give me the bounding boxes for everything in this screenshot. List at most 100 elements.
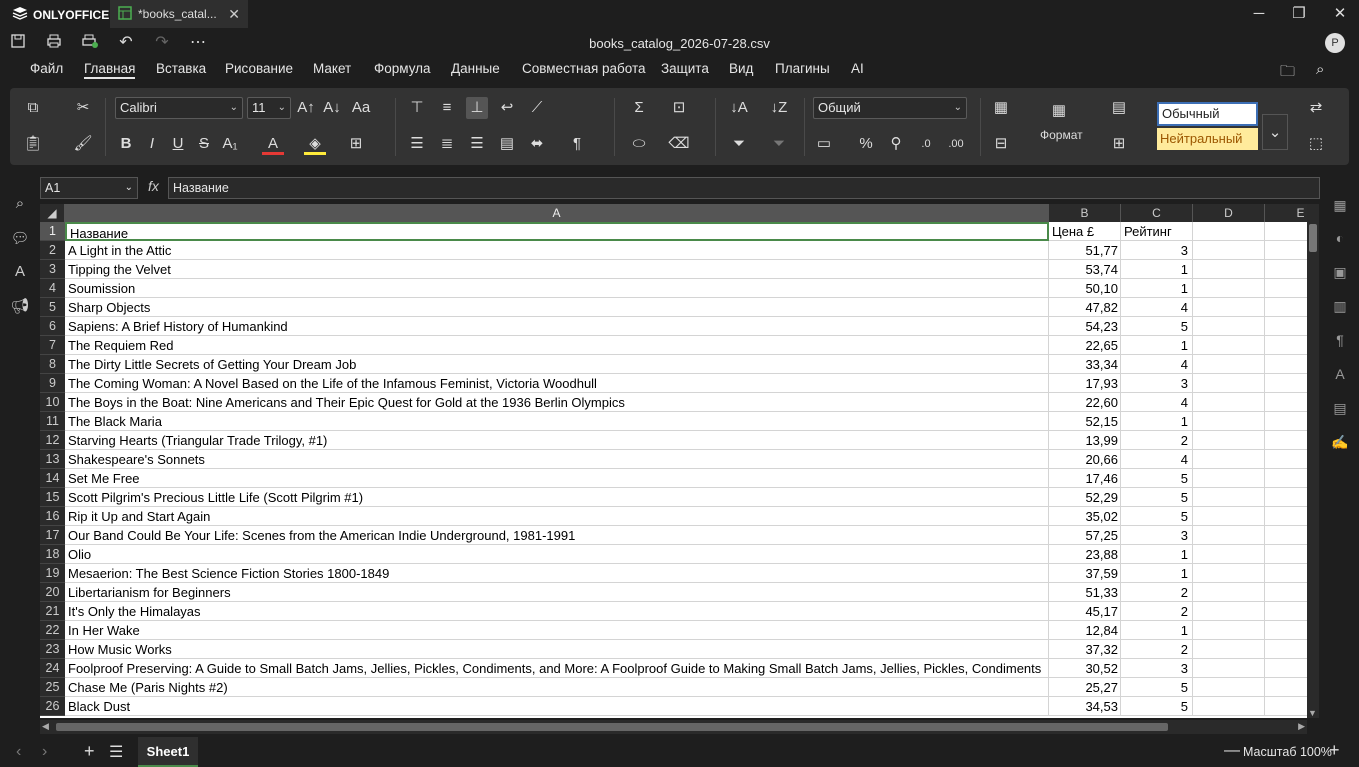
merge-cells-icon[interactable]: ⬌ [526, 133, 548, 155]
align-top-icon[interactable]: ⊤ [406, 97, 428, 119]
cell-empty[interactable] [1193, 431, 1265, 450]
row-number[interactable]: 7 [40, 336, 65, 355]
cell-empty[interactable] [1193, 260, 1265, 279]
cell-price[interactable]: 52,15 [1049, 412, 1121, 431]
row-number[interactable]: 18 [40, 545, 65, 564]
function-icon[interactable]: fx [148, 178, 159, 194]
increase-font-icon[interactable]: A↑ [295, 97, 317, 119]
cell-title[interactable]: The Black Maria [65, 412, 1049, 431]
cell-price[interactable]: 50,10 [1049, 279, 1121, 298]
cell-price[interactable]: 37,59 [1049, 564, 1121, 583]
vertical-scroll-thumb[interactable] [1309, 224, 1317, 252]
copy-icon[interactable]: ⧉ [22, 97, 44, 119]
maximize-button[interactable]: ❐ [1288, 4, 1310, 24]
row-number[interactable]: 24 [40, 659, 65, 678]
column-header-b[interactable]: B [1049, 204, 1121, 222]
open-file-location-icon[interactable]: 🗀 [1280, 61, 1295, 86]
cell-empty[interactable] [1265, 317, 1307, 336]
cell-title[interactable]: The Dirty Little Secrets of Getting Your… [65, 355, 1049, 374]
search-icon[interactable]: ⌕ [1316, 61, 1324, 78]
cell-a1[interactable]: Название [65, 222, 1049, 241]
cell-rating[interactable]: 1 [1121, 279, 1193, 298]
cell-rating[interactable]: 4 [1121, 450, 1193, 469]
cell-rating[interactable]: 5 [1121, 697, 1193, 716]
wrap-text-icon[interactable]: ↩ [496, 97, 518, 119]
cell-b1[interactable]: Цена £ [1049, 222, 1121, 241]
cell-empty[interactable] [1265, 298, 1307, 317]
cut-icon[interactable]: ✂ [72, 97, 94, 119]
cell-title[interactable]: Shakespeare's Sonnets [65, 450, 1049, 469]
menu-view[interactable]: Вид [729, 61, 753, 76]
close-tab-icon[interactable]: ✕ [228, 6, 240, 23]
row-number[interactable]: 12 [40, 431, 65, 450]
cell-empty[interactable] [1265, 659, 1307, 678]
column-header-a[interactable]: A [65, 204, 1049, 222]
justify-icon[interactable]: ▤ [496, 133, 518, 155]
row-number[interactable]: 3 [40, 260, 65, 279]
italic-icon[interactable]: I [141, 133, 163, 155]
cell-price[interactable]: 12,84 [1049, 621, 1121, 640]
menu-collaboration[interactable]: Совместная работа [522, 61, 646, 76]
cell-title[interactable]: Mesaerion: The Best Science Fiction Stor… [65, 564, 1049, 583]
cell-empty[interactable] [1193, 659, 1265, 678]
signature-settings-icon[interactable]: ✍ [1330, 434, 1350, 454]
cell-price[interactable]: 20,66 [1049, 450, 1121, 469]
cell-rating[interactable]: 2 [1121, 640, 1193, 659]
cell-rating[interactable]: 3 [1121, 374, 1193, 393]
cell-empty[interactable] [1193, 526, 1265, 545]
cell-rating[interactable]: 2 [1121, 583, 1193, 602]
cell-styles-icon[interactable]: ▤ [1108, 97, 1130, 119]
cell-price[interactable]: 35,02 [1049, 507, 1121, 526]
sheet-tab[interactable]: Sheet1 [138, 737, 198, 767]
cell-empty[interactable] [1193, 374, 1265, 393]
cell-empty[interactable] [1193, 583, 1265, 602]
accounting-format-icon[interactable]: ▭ [813, 133, 835, 155]
align-right-icon[interactable]: ☰ [466, 133, 488, 155]
user-avatar[interactable]: P [1325, 33, 1345, 53]
format-painter-icon[interactable]: 🖌︎ [72, 133, 94, 155]
paragraph-settings-icon[interactable]: ¶ [1330, 332, 1350, 352]
cell-title[interactable]: Soumission [65, 279, 1049, 298]
row-number[interactable]: 22 [40, 621, 65, 640]
cell-title[interactable]: Foolproof Preserving: A Guide to Small B… [65, 659, 1049, 678]
menu-draw[interactable]: Рисование [225, 61, 293, 76]
cell-rating[interactable]: 5 [1121, 317, 1193, 336]
cell-title[interactable]: Scott Pilgrim's Precious Little Life (Sc… [65, 488, 1049, 507]
cell-title[interactable]: Chase Me (Paris Nights #2) [65, 678, 1049, 697]
cell-title[interactable]: Libertarianism for Beginners [65, 583, 1049, 602]
row-number[interactable]: 1 [40, 222, 65, 241]
cell-title[interactable]: Black Dust [65, 697, 1049, 716]
filter-icon[interactable]: ⏷ [728, 133, 750, 155]
cell-empty[interactable] [1265, 279, 1307, 298]
cell-rating[interactable]: 2 [1121, 602, 1193, 621]
menu-file[interactable]: Файл [30, 61, 63, 76]
cell-empty[interactable] [1265, 545, 1307, 564]
style-neutral[interactable]: Нейтральный [1157, 128, 1258, 150]
cell-title[interactable]: The Coming Woman: A Novel Based on the L… [65, 374, 1049, 393]
cell-price[interactable]: 34,53 [1049, 697, 1121, 716]
column-header-e[interactable]: E [1265, 204, 1307, 222]
cell-title[interactable]: Starving Hearts (Triangular Trade Trilog… [65, 431, 1049, 450]
cell-title[interactable]: In Her Wake [65, 621, 1049, 640]
orientation-icon[interactable]: ⟋ [526, 97, 548, 119]
delete-cells-icon[interactable]: ⊟ [990, 133, 1012, 155]
row-number[interactable]: 19 [40, 564, 65, 583]
align-center-icon[interactable]: ≣ [436, 133, 458, 155]
cell-empty[interactable] [1265, 507, 1307, 526]
cell-price[interactable]: 17,46 [1049, 469, 1121, 488]
cell-rating[interactable]: 2 [1121, 431, 1193, 450]
named-ranges-icon[interactable]: ⬭ [628, 133, 650, 155]
cell-price[interactable]: 13,99 [1049, 431, 1121, 450]
cell-empty[interactable] [1193, 317, 1265, 336]
decrease-font-icon[interactable]: A↓ [321, 97, 343, 119]
cell-rating[interactable]: 3 [1121, 659, 1193, 678]
cell-rating[interactable]: 5 [1121, 507, 1193, 526]
cell-empty[interactable] [1193, 279, 1265, 298]
cell-price[interactable]: 51,33 [1049, 583, 1121, 602]
vertical-scrollbar[interactable]: ▼ [1307, 204, 1319, 718]
zoom-in-icon[interactable]: + [1329, 740, 1340, 761]
row-number[interactable]: 10 [40, 393, 65, 412]
scroll-left-icon[interactable]: ◀ [42, 721, 49, 732]
cell-title[interactable]: Rip it Up and Start Again [65, 507, 1049, 526]
cell-rating[interactable]: 3 [1121, 241, 1193, 260]
